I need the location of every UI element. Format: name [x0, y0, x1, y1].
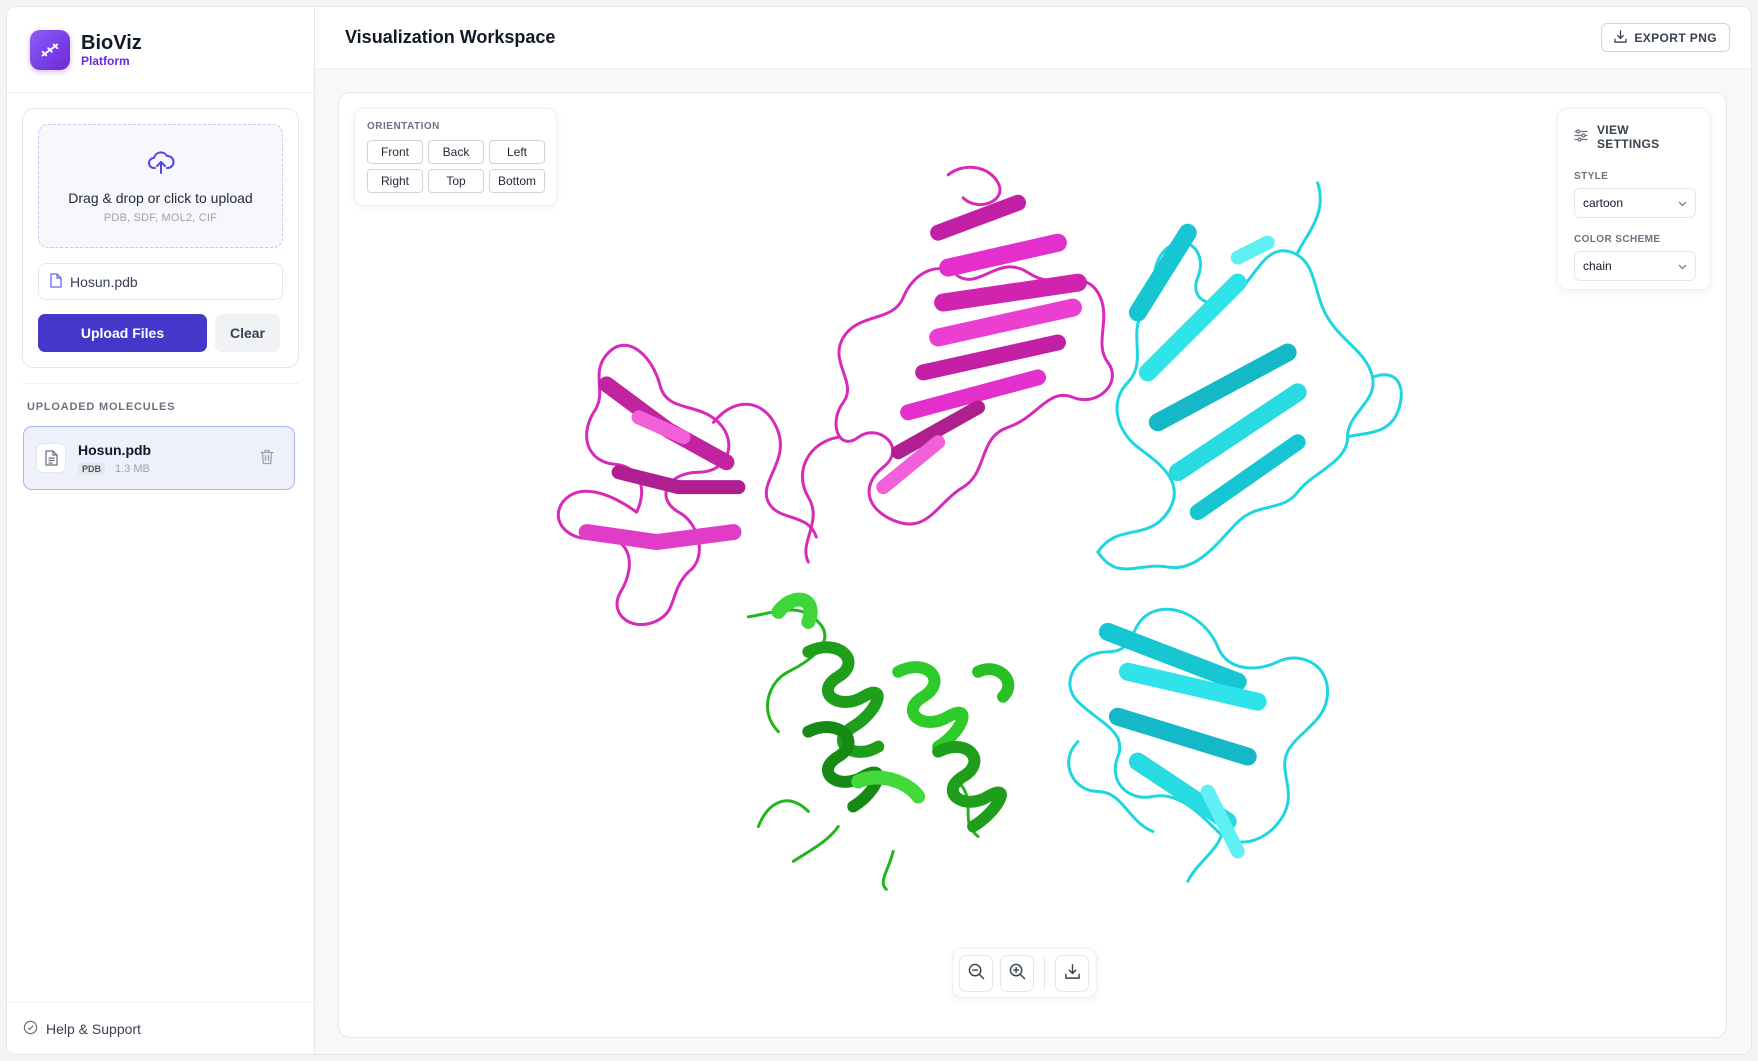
molecule-list-item[interactable]: Hosun.pdb PDB 1.3 MB	[23, 426, 295, 490]
dna-logo-icon	[30, 29, 70, 70]
color-scheme-select[interactable]: chain	[1574, 251, 1696, 281]
app-window: BioViz Platform Drag & drop or click to …	[6, 6, 1752, 1055]
orient-front-button[interactable]: Front	[367, 140, 423, 164]
view-settings-panel: VIEW SETTINGS STYLE cartoon COLOR SCHEME…	[1557, 108, 1711, 290]
trash-icon[interactable]	[260, 449, 274, 470]
clear-button[interactable]: Clear	[215, 314, 280, 352]
top-bar: Visualization Workspace EXPORT PNG	[315, 7, 1751, 69]
divider	[22, 383, 299, 384]
document-icon	[36, 443, 66, 473]
brand-subtitle: Platform	[81, 53, 130, 68]
zoom-out-button[interactable]	[959, 954, 994, 992]
orient-bottom-button[interactable]: Bottom	[489, 169, 545, 193]
file-icon	[50, 272, 62, 291]
upload-files-button[interactable]: Upload Files	[38, 314, 207, 352]
help-support-link[interactable]: Help & Support	[7, 1002, 314, 1054]
upload-dropzone[interactable]: Drag & drop or click to upload PDB, SDF,…	[38, 124, 283, 248]
orient-top-button[interactable]: Top	[428, 169, 484, 193]
view-settings-title: VIEW SETTINGS	[1597, 123, 1660, 151]
orient-right-button[interactable]: Right	[367, 169, 423, 193]
download-button[interactable]	[1054, 954, 1090, 992]
export-png-label: EXPORT PNG	[1634, 30, 1717, 45]
sliders-icon	[1574, 129, 1588, 145]
brand-name: BioViz	[81, 31, 142, 54]
dropzone-formats: PDB, SDF, MOL2, CIF	[103, 211, 218, 224]
chain-a-render	[556, 344, 818, 626]
selected-file: Hosun.pdb	[38, 263, 283, 300]
selected-file-name: Hosun.pdb	[70, 273, 138, 290]
chain-c-render	[746, 592, 1015, 891]
chevron-down-icon	[1678, 196, 1687, 210]
zoom-in-icon	[1009, 963, 1026, 983]
orient-left-button[interactable]: Left	[489, 140, 545, 164]
molecule-render[interactable]	[339, 93, 1726, 1037]
orientation-label: ORIENTATION	[367, 121, 440, 132]
brand: BioViz Platform	[7, 7, 314, 93]
download-icon	[1614, 29, 1628, 46]
help-circle-icon	[23, 1020, 38, 1038]
zoom-toolbar	[952, 948, 1097, 998]
chevron-down-icon	[1678, 259, 1687, 273]
orientation-panel: ORIENTATION Front Back Left Right Top Bo…	[354, 108, 557, 206]
color-scheme-label: COLOR SCHEME	[1574, 234, 1661, 245]
uploaded-molecules-heading: UPLOADED MOLECULES	[27, 401, 176, 413]
upload-card: Drag & drop or click to upload PDB, SDF,…	[22, 108, 299, 368]
cloud-upload-icon	[147, 149, 175, 180]
style-value: cartoon	[1583, 196, 1624, 210]
main-area: Visualization Workspace EXPORT PNG ORIEN…	[315, 7, 1751, 1054]
zoom-in-button[interactable]	[1000, 954, 1035, 992]
molecule-name: Hosun.pdb	[78, 441, 152, 458]
zoom-out-icon	[968, 963, 985, 983]
style-label: STYLE	[1574, 171, 1609, 182]
orient-back-button[interactable]: Back	[428, 140, 484, 164]
sidebar: BioViz Platform Drag & drop or click to …	[7, 7, 315, 1054]
dropzone-title: Drag & drop or click to upload	[68, 189, 253, 206]
chain-b-render	[1096, 181, 1403, 571]
download-icon	[1064, 963, 1081, 983]
view-settings-header[interactable]: VIEW SETTINGS	[1574, 123, 1694, 151]
toolbar-divider	[1044, 956, 1045, 990]
style-select[interactable]: cartoon	[1574, 188, 1696, 218]
page-title: Visualization Workspace	[345, 27, 556, 47]
export-png-button[interactable]: EXPORT PNG	[1601, 23, 1730, 52]
help-support-label: Help & Support	[46, 1020, 141, 1037]
molecule-size: 1.3 MB	[115, 462, 150, 475]
color-scheme-value: chain	[1583, 259, 1612, 273]
molecule-type-badge: PDB	[78, 462, 106, 475]
molecule-viewer[interactable]: ORIENTATION Front Back Left Right Top Bo…	[338, 92, 1727, 1038]
